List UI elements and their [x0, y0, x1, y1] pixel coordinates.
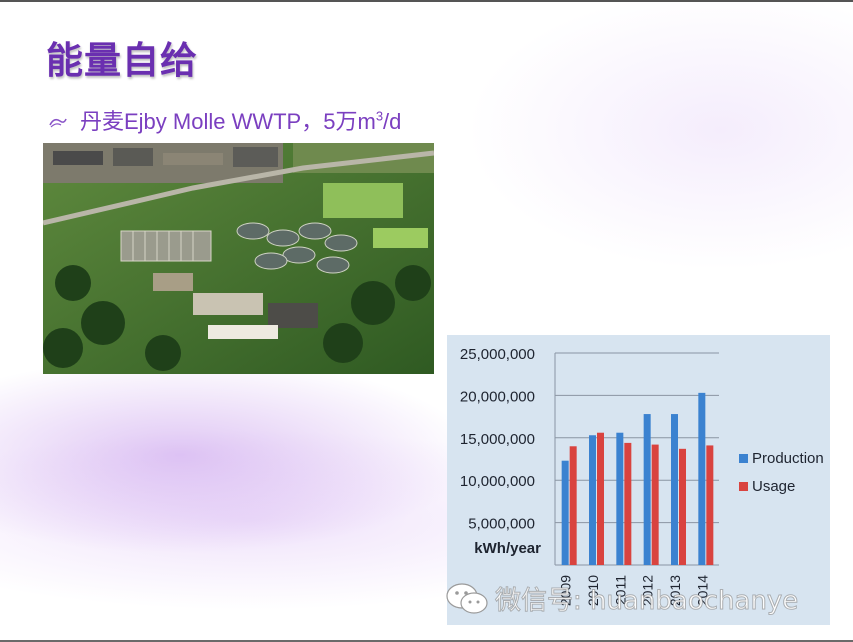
y-axis-title: kWh/year	[474, 540, 541, 557]
y-tick-label: 15,000,000	[460, 431, 535, 448]
y-tick-label: 20,000,000	[460, 388, 535, 405]
bar-production-2010	[589, 435, 596, 565]
bullet-text-unit: /d	[383, 109, 402, 134]
bar-usage-2013	[679, 448, 686, 565]
bar-production-2011	[616, 432, 624, 565]
legend-swatch-production	[739, 454, 748, 463]
wechat-icon	[446, 582, 488, 614]
bar-production-2014	[698, 392, 706, 565]
bullet-text-main: 丹麦Ejby Molle WWTP，5万m	[80, 109, 376, 134]
bar-production-2012	[643, 414, 651, 565]
bullet-superscript: 3	[375, 108, 384, 124]
bar-usage-2010	[597, 432, 604, 565]
swirl-bullet-icon	[49, 118, 67, 128]
y-tick-label: 25,000,000	[460, 346, 535, 363]
y-tick-label: 5,000,000	[468, 516, 535, 533]
bar-production-2009	[561, 460, 569, 565]
bar-usage-2011	[624, 442, 632, 565]
bullet-text: 丹麦Ejby Molle WWTP，5万m3/d	[80, 104, 401, 136]
watermark-text: 微信号: huanbaochanye	[494, 586, 799, 617]
bar-usage-2014	[706, 445, 714, 565]
bar-production-2013	[671, 414, 678, 565]
legend-label-usage: Usage	[752, 478, 795, 495]
legend-swatch-usage	[739, 482, 748, 491]
bar-usage-2012	[651, 444, 659, 565]
y-tick-label: 10,000,000	[460, 473, 535, 490]
top-border	[0, 0, 853, 2]
watermark: 微信号: huanbaochanye	[445, 580, 799, 617]
legend-label-production: Production	[752, 450, 824, 467]
bullet-item: 丹麦Ejby Molle WWTP，5万m3/d	[48, 104, 401, 136]
bar-usage-2009	[569, 446, 577, 565]
slide-title: 能量自给	[46, 39, 198, 82]
aerial-wastewater-plant-photo	[43, 143, 434, 374]
